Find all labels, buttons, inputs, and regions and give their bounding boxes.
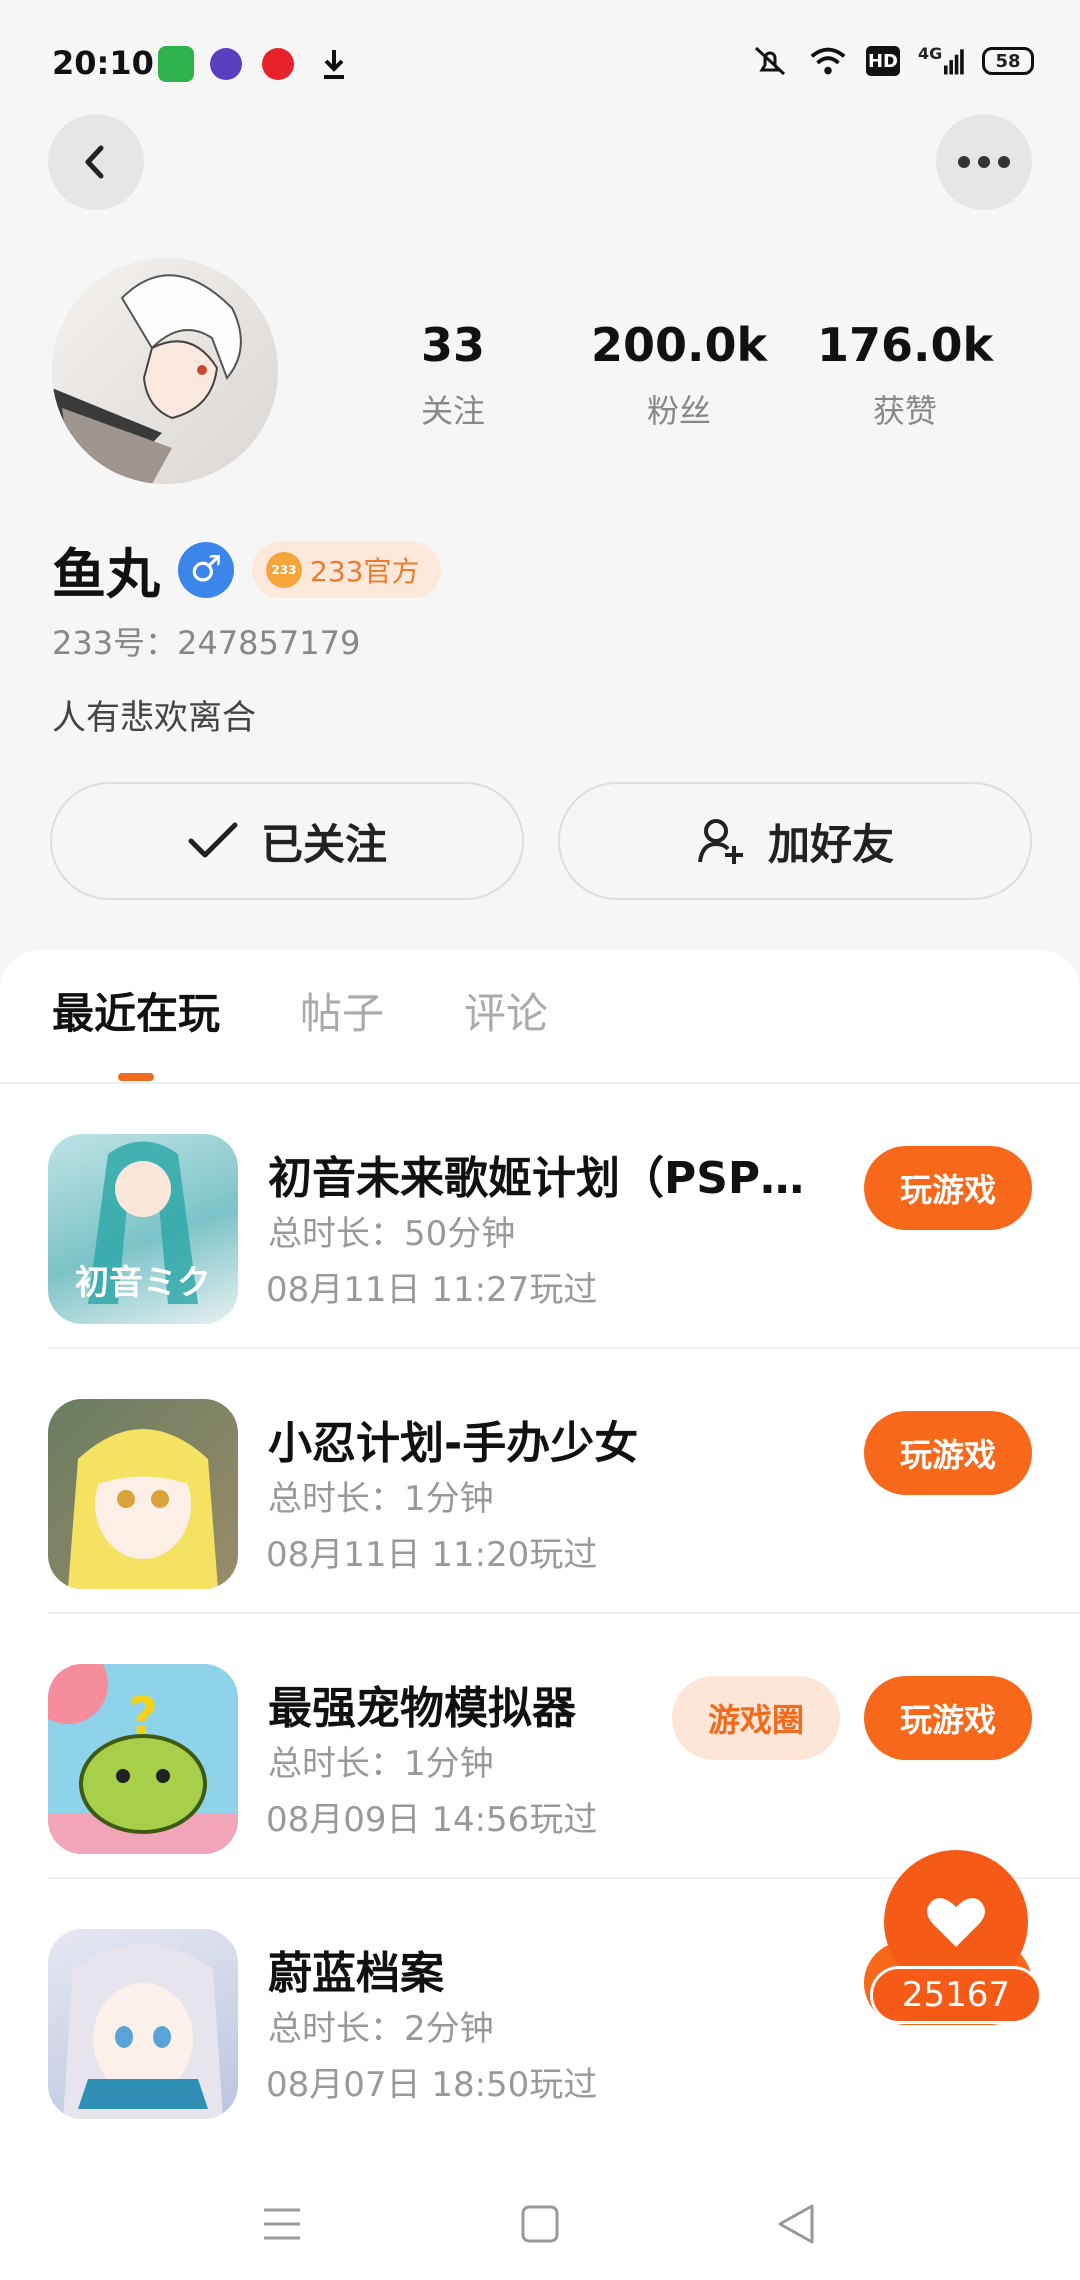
user-bio: 人有悲欢离合 <box>52 698 256 738</box>
list-item[interactable]: ? 最强宠物模拟器 总时长：1分钟 08月09日 14:56玩过 游戏圈 玩游戏 <box>48 1614 1080 1879</box>
official-badge: 233 233官方 <box>252 541 442 598</box>
network-label: 4G <box>918 44 943 63</box>
tab-posts[interactable]: 帖子 <box>300 980 384 1081</box>
tab-comments[interactable]: 评论 <box>464 980 548 1081</box>
back-nav-button[interactable] <box>766 2194 826 2254</box>
svg-text:?: ? <box>128 1687 158 1747</box>
chevron-left-icon <box>85 145 104 179</box>
battery-level: 58 <box>995 50 1021 72</box>
following-count: 33 <box>420 318 485 372</box>
like-count: 25167 <box>870 1966 1042 2024</box>
home-square-icon <box>521 2205 559 2243</box>
checkmark-icon <box>188 822 238 858</box>
followed-label: 已关注 <box>260 819 387 869</box>
game-circle-button[interactable]: 游戏圈 <box>672 1676 840 1760</box>
heart-icon <box>927 1898 985 1947</box>
game-icon-hatsune-miku: 初音ミク <box>48 1134 238 1324</box>
tab-comments-label: 评论 <box>464 989 549 1038</box>
name-row: 鱼丸 ♂ 233 233官方 <box>52 530 442 609</box>
fans-count: 200.0k <box>590 318 768 372</box>
game-icon-pet-simulator: ? <box>48 1664 238 1854</box>
game-title: 蔚蓝档案 <box>268 1948 444 1999</box>
stat-fans[interactable]: 200.0k 粉丝 <box>566 318 792 432</box>
game-last-played: 08月07日 18:50玩过 <box>266 2065 598 2105</box>
stat-following[interactable]: 33 关注 <box>340 318 566 432</box>
hd-icon: HD <box>866 46 900 76</box>
tab-posts-label: 帖子 <box>300 989 385 1038</box>
status-time: 20:10 <box>52 44 154 82</box>
game-title: 初音未来歌姬计划（PSP… <box>268 1153 805 1204</box>
system-navigation-bar <box>0 2160 1080 2280</box>
menu-button[interactable] <box>252 2194 312 2254</box>
likes-label: 获赞 <box>872 392 937 430</box>
hd-label: HD <box>867 50 898 72</box>
tab-active-indicator <box>118 1073 154 1081</box>
play-game-button[interactable]: 玩游戏 <box>864 1676 1032 1760</box>
more-dots-icon <box>958 156 1010 168</box>
back-triangle-icon <box>778 2204 814 2244</box>
game-last-played: 08月11日 11:20玩过 <box>266 1535 598 1575</box>
download-icon <box>316 46 352 82</box>
followed-button[interactable]: 已关注 <box>50 782 524 900</box>
profile-stats: 33 关注 200.0k 粉丝 176.0k 获赞 <box>340 318 1020 432</box>
fans-label: 粉丝 <box>646 392 711 430</box>
add-friend-label: 加好友 <box>767 819 894 869</box>
game-duration: 总时长：2分钟 <box>268 2009 494 2049</box>
video-notification-icon <box>262 48 294 80</box>
game-last-played: 08月11日 11:27玩过 <box>266 1270 598 1310</box>
play-game-button[interactable]: 玩游戏 <box>864 1146 1032 1230</box>
wifi-icon <box>808 44 848 78</box>
user-name: 鱼丸 <box>52 543 160 606</box>
stat-likes[interactable]: 176.0k 获赞 <box>792 318 1018 432</box>
official-badge-label: 233官方 <box>310 554 420 588</box>
more-options-button[interactable] <box>936 114 1032 210</box>
browser-notification-icon <box>210 48 242 80</box>
game-title: 小忍计划-手办少女 <box>268 1418 639 1469</box>
content-panel: 最近在玩 帖子 评论 初音ミク 初音未来歌姬计划（PSP… 总时长：50分钟 0… <box>0 950 1080 2280</box>
add-friend-button[interactable]: 加好友 <box>558 782 1032 900</box>
menu-icon <box>264 2208 300 2240</box>
list-item[interactable]: 小忍计划-手办少女 总时长：1分钟 08月11日 11:20玩过 玩游戏 <box>48 1349 1080 1614</box>
game-duration: 总时长：1分钟 <box>268 1744 494 1784</box>
battery-icon: 58 <box>982 47 1034 75</box>
official-logo-icon: 233 <box>266 551 302 588</box>
following-label: 关注 <box>420 392 485 430</box>
game-icon-hatsune-miku-text: 初音ミク <box>75 1263 211 1303</box>
signal-icon: 4G <box>918 44 964 78</box>
back-button[interactable] <box>48 114 144 210</box>
likes-count: 176.0k <box>816 318 994 372</box>
tab-recently-played[interactable]: 最近在玩 <box>52 980 220 1081</box>
game-duration: 总时长：1分钟 <box>268 1479 494 1519</box>
game-icon-shinobu <box>48 1399 238 1589</box>
male-gender-icon: ♂ <box>178 541 234 598</box>
tab-recently-played-label: 最近在玩 <box>52 989 221 1038</box>
home-button[interactable] <box>510 2194 570 2254</box>
mute-icon <box>750 44 790 78</box>
user-id: 233号：247857179 <box>52 624 361 662</box>
list-item[interactable]: 初音ミク 初音未来歌姬计划（PSP… 总时长：50分钟 08月11日 11:27… <box>48 1084 1080 1349</box>
add-user-icon <box>697 819 743 864</box>
play-game-button[interactable]: 玩游戏 <box>864 1411 1032 1495</box>
game-duration: 总时长：50分钟 <box>268 1214 516 1254</box>
game-icon-blue-archive <box>48 1929 238 2119</box>
app-store-notification-icon <box>158 46 194 82</box>
content-tabs: 最近在玩 帖子 评论 <box>52 980 548 1081</box>
status-bar: 20:10 HD 4G 58 <box>0 0 1080 130</box>
user-avatar[interactable] <box>52 258 278 484</box>
game-last-played: 08月09日 14:56玩过 <box>266 1800 598 1840</box>
